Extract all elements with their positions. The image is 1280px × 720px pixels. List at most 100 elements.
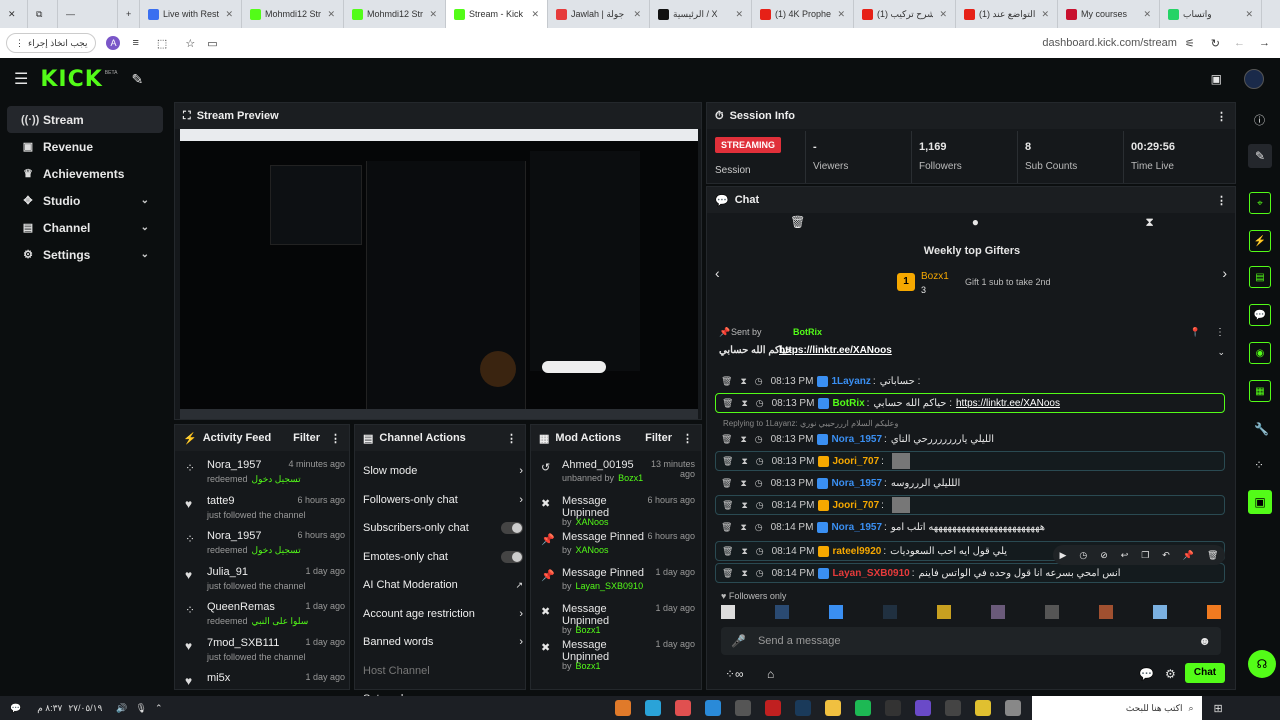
- activity-item[interactable]: ♥ tatte9 6 hours ago just followed the chan…: [181, 493, 349, 527]
- chevron-down-icon[interactable]: ⌄: [141, 195, 149, 206]
- mod-action-item[interactable]: ✖ Message Unpinned 1 day ago by Bozx1: [537, 601, 697, 635]
- clock-icon[interactable]: ◷: [755, 522, 763, 533]
- profile-avatar[interactable]: A: [106, 36, 121, 50]
- browser-tab[interactable]: (1) التواضع عند ✕: [956, 0, 1058, 28]
- message-username[interactable]: Joori_707: [832, 456, 879, 467]
- mod-action-item[interactable]: ↺ Ahmed_00195 13 minutes ago unbanned by Boz…: [537, 457, 697, 491]
- channel-action-account-age-restriction[interactable]: Account age restriction ›: [363, 604, 523, 624]
- clock-icon[interactable]: ◷: [755, 434, 763, 445]
- rail-points-icon[interactable]: ⁘: [1254, 458, 1264, 472]
- message-username[interactable]: rateel9920: [832, 546, 881, 557]
- app-icon-10[interactable]: [884, 700, 901, 716]
- timer-tab-icon[interactable]: ⧗: [1145, 215, 1153, 235]
- mod-filter-button[interactable]: Filter: [645, 432, 672, 444]
- site-settings-icon[interactable]: ⚟: [1185, 37, 1195, 50]
- message-username[interactable]: Nora_1957: [831, 478, 882, 489]
- message-username[interactable]: Layan_SXB0910: [832, 568, 909, 579]
- emote-6[interactable]: [991, 605, 1005, 619]
- chat-message[interactable]: 🗑 ⧗ ◷ 08:13 PM BotRix: حياكم الله حسابي : http…: [715, 393, 1225, 413]
- chat-message[interactable]: 🗑 ⧗ ◷ 08:13 PM 1Layanz: حساباتي :: [715, 371, 1225, 391]
- forward-icon[interactable]: →: [1259, 37, 1270, 49]
- timeout-msg-icon[interactable]: ⧗: [741, 568, 747, 579]
- bookmark-star-icon[interactable]: ☆: [185, 37, 195, 50]
- message-username[interactable]: 1Layanz: [831, 376, 870, 387]
- mod-action-user[interactable]: XANoos: [576, 517, 609, 527]
- clock-icon[interactable]: ◷: [755, 478, 763, 489]
- channel-action-followers-only-chat[interactable]: Followers-only chat ›: [363, 490, 523, 510]
- tray-expand-icon[interactable]: ⌃: [155, 703, 163, 714]
- channel-action-host-channel[interactable]: Host Channel: [363, 661, 523, 681]
- timeout-msg-icon[interactable]: ⧗: [740, 434, 746, 445]
- chat-options-icon[interactable]: 💬: [1139, 667, 1154, 681]
- kick-logo[interactable]: KICK: [40, 67, 102, 92]
- sidebar-item-revenue[interactable]: ▣ Revenue: [7, 133, 163, 160]
- chat-menu-icon[interactable]: ⋮: [1216, 194, 1227, 207]
- toggle-switch[interactable]: [501, 522, 523, 534]
- tab-close-icon[interactable]: ✕: [429, 9, 437, 20]
- rail-edit-icon[interactable]: ✎: [1248, 144, 1272, 168]
- rail-info-icon[interactable]: ⓘ: [1254, 112, 1265, 128]
- delete-msg-icon[interactable]: 🗑: [721, 522, 732, 533]
- app-icon-11[interactable]: [914, 700, 931, 716]
- timeout-msg-icon[interactable]: ⧗: [741, 546, 747, 557]
- clock-icon[interactable]: ◷: [756, 568, 764, 579]
- taskbar-time[interactable]: ٨:٣٧ م: [37, 703, 62, 714]
- activity-user[interactable]: mi5x: [207, 672, 230, 684]
- tab-close-icon[interactable]: ✕: [1143, 9, 1151, 20]
- clock-icon[interactable]: ◷: [756, 456, 764, 467]
- tab-close-icon[interactable]: ✕: [1041, 9, 1049, 20]
- browser-tab[interactable]: Mohmdi12 Str ✕: [344, 0, 446, 28]
- chat-message[interactable]: 🗑 ⧗ ◷ 08:14 PM Nora_1957: ههههههههههههههههههه…: [715, 517, 1225, 537]
- sidebar-item-stream[interactable]: ((·)) Stream: [7, 106, 163, 133]
- browser-tab[interactable]: الرئيسية / X ✕: [650, 0, 752, 28]
- cast-icon[interactable]: ▭: [207, 37, 217, 50]
- tab-close-icon[interactable]: ✕: [837, 9, 845, 20]
- channel-action-ai-chat-moderation[interactable]: AI Chat Moderation ↗: [363, 575, 523, 595]
- taskbar-search[interactable]: اكتب هنا للبحث ⌕: [1031, 696, 1202, 720]
- activity-item[interactable]: ⁘ Nora_1957 4 minutes ago redeemed تسجيل دخو…: [181, 457, 349, 491]
- emote-5[interactable]: [937, 605, 951, 619]
- sidebar-item-settings[interactable]: ⚙ Settings ⌄: [7, 241, 163, 268]
- app-icon-2[interactable]: [644, 700, 661, 716]
- delete-msg-icon[interactable]: 🗑: [722, 568, 733, 579]
- message-username[interactable]: BotRix: [832, 398, 864, 409]
- chat-settings-icon[interactable]: ⚙: [1165, 667, 1176, 681]
- delete-msg-icon[interactable]: 🗑: [722, 546, 733, 557]
- pin-message-icon[interactable]: 📌: [1183, 550, 1194, 561]
- rail-bolt-icon[interactable]: ⚡: [1249, 230, 1271, 252]
- volume-icon[interactable]: 🔊: [116, 703, 127, 714]
- url-text[interactable]: dashboard.kick.com/stream: [1042, 37, 1177, 49]
- gifters-next-icon[interactable]: ›: [1222, 265, 1227, 281]
- reply-icon[interactable]: ↩: [1121, 550, 1129, 561]
- channel-action-emotes-only-chat[interactable]: Emotes-only chat: [363, 547, 523, 567]
- clock-icon[interactable]: ◷: [755, 376, 763, 387]
- clock-icon[interactable]: ◷: [756, 546, 764, 557]
- rail-mod-icon[interactable]: ▦: [1249, 380, 1271, 402]
- timeout-msg-icon[interactable]: ⧗: [740, 376, 746, 387]
- mod-action-user[interactable]: XANoos: [576, 545, 609, 555]
- delete-msg-icon[interactable]: 🗑: [721, 376, 732, 387]
- timeout-msg-icon[interactable]: ⧗: [741, 500, 747, 511]
- unpin-icon[interactable]: 📍: [1190, 327, 1201, 338]
- app-icon-5[interactable]: [734, 700, 751, 716]
- browser-tab[interactable]: Mohmdi12 Str ✕: [242, 0, 344, 28]
- chat-message[interactable]: 🗑 ⧗ ◷ 08:14 PM Layan_SXB0910: انس امحي بسرعه …: [715, 563, 1225, 583]
- mic-icon[interactable]: 🎤: [731, 634, 746, 648]
- gifters-prev-icon[interactable]: ‹: [715, 265, 720, 281]
- taskview-icon[interactable]: [1004, 700, 1021, 716]
- sidebar-item-achievements[interactable]: ♛ Achievements: [7, 160, 163, 187]
- back-icon[interactable]: ←: [1234, 37, 1245, 49]
- browser-tab[interactable]: (1) 4K Prophet ✕: [752, 0, 854, 28]
- emote-7[interactable]: [1045, 605, 1059, 619]
- multistream-icon[interactable]: ▣: [1211, 72, 1222, 86]
- tab-close-icon[interactable]: ✕: [531, 9, 539, 20]
- delete-msg-icon[interactable]: 🗑: [722, 398, 733, 409]
- chat-message[interactable]: 🗑 ⧗ ◷ 08:13 PM Joori_707:: [715, 451, 1225, 471]
- chat-message[interactable]: 🗑 ⧗ ◷ 08:13 PM Nora_1957: اللليلي الررروسه: [715, 473, 1225, 493]
- timeout-icon[interactable]: ◷: [1079, 550, 1087, 561]
- channel-action-subscribers-only-chat[interactable]: Subscribers-only chat: [363, 518, 523, 538]
- browser-tab[interactable]: My courses ✕: [1058, 0, 1160, 28]
- rail-chat-icon[interactable]: 💬: [1249, 304, 1271, 326]
- chat-input[interactable]: 🎤 Send a message ☻: [721, 627, 1221, 655]
- activity-user[interactable]: tatte9: [207, 495, 235, 507]
